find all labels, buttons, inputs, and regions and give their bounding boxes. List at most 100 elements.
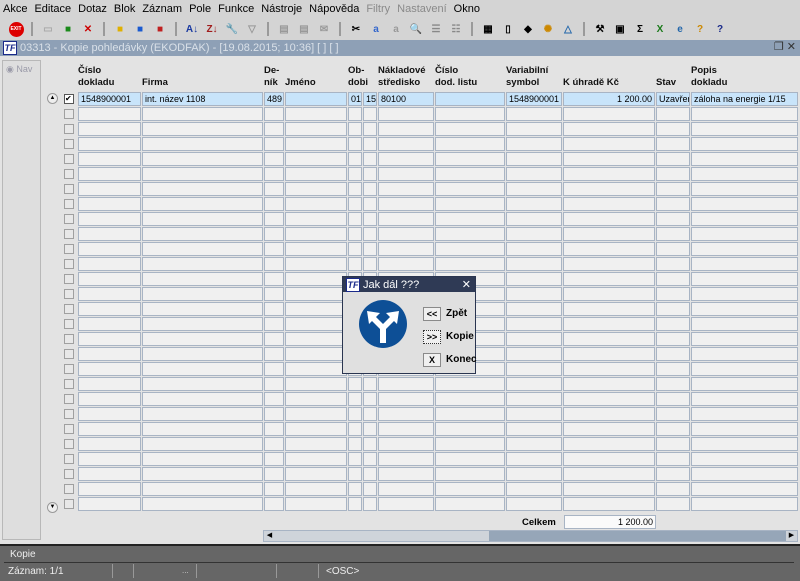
row-checkbox[interactable] <box>64 199 74 209</box>
table-cell[interactable] <box>142 332 263 346</box>
row-checkbox[interactable] <box>64 259 74 269</box>
table-cell[interactable] <box>285 377 347 391</box>
table-cell[interactable] <box>378 257 434 271</box>
table-cell[interactable] <box>264 377 284 391</box>
table-cell[interactable] <box>363 467 377 481</box>
scroll-down-button[interactable]: ▼ <box>47 502 58 513</box>
table-cell[interactable] <box>142 242 263 256</box>
table-cell[interactable] <box>563 212 655 226</box>
table-cell[interactable] <box>691 497 798 511</box>
table-cell[interactable] <box>691 182 798 196</box>
table-cell[interactable] <box>142 287 263 301</box>
row-checkbox[interactable] <box>64 454 74 464</box>
table-cell[interactable] <box>656 242 690 256</box>
table-cell[interactable] <box>285 242 347 256</box>
table-cell[interactable] <box>378 377 434 391</box>
table-cell[interactable] <box>142 347 263 361</box>
table-cell[interactable] <box>348 107 362 121</box>
table-cell[interactable] <box>563 467 655 481</box>
table-cell[interactable] <box>264 467 284 481</box>
table-cell[interactable] <box>378 392 434 406</box>
table-cell[interactable] <box>78 257 141 271</box>
table-cell[interactable] <box>142 257 263 271</box>
table-cell[interactable] <box>285 287 347 301</box>
table-cell[interactable] <box>656 377 690 391</box>
table-cell[interactable] <box>78 422 141 436</box>
table-cell[interactable] <box>363 182 377 196</box>
table-cell[interactable] <box>78 482 141 496</box>
table-cell[interactable] <box>506 392 562 406</box>
table-cell[interactable]: Uzavřen <box>656 92 690 106</box>
table-cell[interactable] <box>348 137 362 151</box>
table-cell[interactable] <box>285 392 347 406</box>
table-cell[interactable] <box>264 347 284 361</box>
table-cell[interactable] <box>563 227 655 241</box>
table-cell[interactable] <box>363 242 377 256</box>
scroll-up-button[interactable]: ▲ <box>47 93 58 104</box>
table-cell[interactable] <box>348 467 362 481</box>
row-checkbox[interactable] <box>64 274 74 284</box>
table-cell[interactable] <box>435 137 505 151</box>
table-cell[interactable] <box>142 107 263 121</box>
table-cell[interactable] <box>264 167 284 181</box>
table-cell[interactable] <box>435 392 505 406</box>
dialog-button-kopie[interactable]: >> <box>423 330 441 344</box>
table-cell[interactable] <box>563 497 655 511</box>
table-cell[interactable] <box>378 182 434 196</box>
table-cell[interactable] <box>285 467 347 481</box>
table-cell[interactable] <box>348 197 362 211</box>
table-cell[interactable] <box>435 242 505 256</box>
table-cell[interactable] <box>78 332 141 346</box>
scroll-left-icon[interactable]: ◀ <box>264 531 275 541</box>
table-cell[interactable] <box>142 437 263 451</box>
table-cell[interactable] <box>142 152 263 166</box>
table-cell[interactable] <box>264 452 284 466</box>
table-cell[interactable] <box>378 212 434 226</box>
nav-panel[interactable]: ◉ Nav <box>2 60 41 540</box>
list-icon[interactable]: ☰ <box>428 21 444 37</box>
table-cell[interactable] <box>656 452 690 466</box>
table-cell[interactable] <box>691 407 798 421</box>
table-cell[interactable] <box>378 497 434 511</box>
table-cell[interactable] <box>78 137 141 151</box>
menu-10[interactable]: Nastavení <box>397 3 447 15</box>
query-yellow-icon[interactable]: ■ <box>112 21 128 37</box>
menu-8[interactable]: Nápověda <box>309 3 359 15</box>
row-checkbox[interactable] <box>64 214 74 224</box>
settings-icon[interactable]: ✺ <box>540 21 556 37</box>
table-cell[interactable] <box>363 422 377 436</box>
table-cell[interactable] <box>435 122 505 136</box>
table-cell[interactable] <box>506 302 562 316</box>
table-cell[interactable] <box>563 107 655 121</box>
menu-11[interactable]: Okno <box>454 3 480 15</box>
table-cell[interactable]: 15 <box>363 92 377 106</box>
table-cell[interactable] <box>285 482 347 496</box>
row-checkbox[interactable] <box>64 364 74 374</box>
wrench-icon[interactable]: 🔧 <box>224 21 240 37</box>
table-cell[interactable] <box>563 332 655 346</box>
table-cell[interactable] <box>348 407 362 421</box>
table-cell[interactable] <box>435 227 505 241</box>
row-checkbox[interactable] <box>64 289 74 299</box>
table-cell[interactable] <box>656 212 690 226</box>
warning-icon[interactable]: △ <box>560 21 576 37</box>
cut-icon[interactable]: ✂ <box>348 21 364 37</box>
close-icon[interactable]: ✕ <box>787 41 796 53</box>
print-setup-icon[interactable]: ▤ <box>296 21 312 37</box>
table-cell[interactable] <box>506 137 562 151</box>
table-cell[interactable] <box>363 437 377 451</box>
table-cell[interactable] <box>656 317 690 331</box>
table-cell[interactable] <box>691 377 798 391</box>
table-cell[interactable] <box>78 182 141 196</box>
menu-7[interactable]: Nástroje <box>261 3 302 15</box>
table-cell[interactable] <box>363 167 377 181</box>
table-cell[interactable] <box>656 152 690 166</box>
table-cell[interactable] <box>142 407 263 421</box>
sort-desc-icon[interactable]: Z↓ <box>204 21 220 37</box>
row-checkbox[interactable] <box>64 349 74 359</box>
table-cell[interactable] <box>656 197 690 211</box>
table-cell[interactable] <box>691 272 798 286</box>
table-cell[interactable] <box>656 167 690 181</box>
row-checkbox[interactable] <box>64 379 74 389</box>
table-cell[interactable] <box>78 392 141 406</box>
